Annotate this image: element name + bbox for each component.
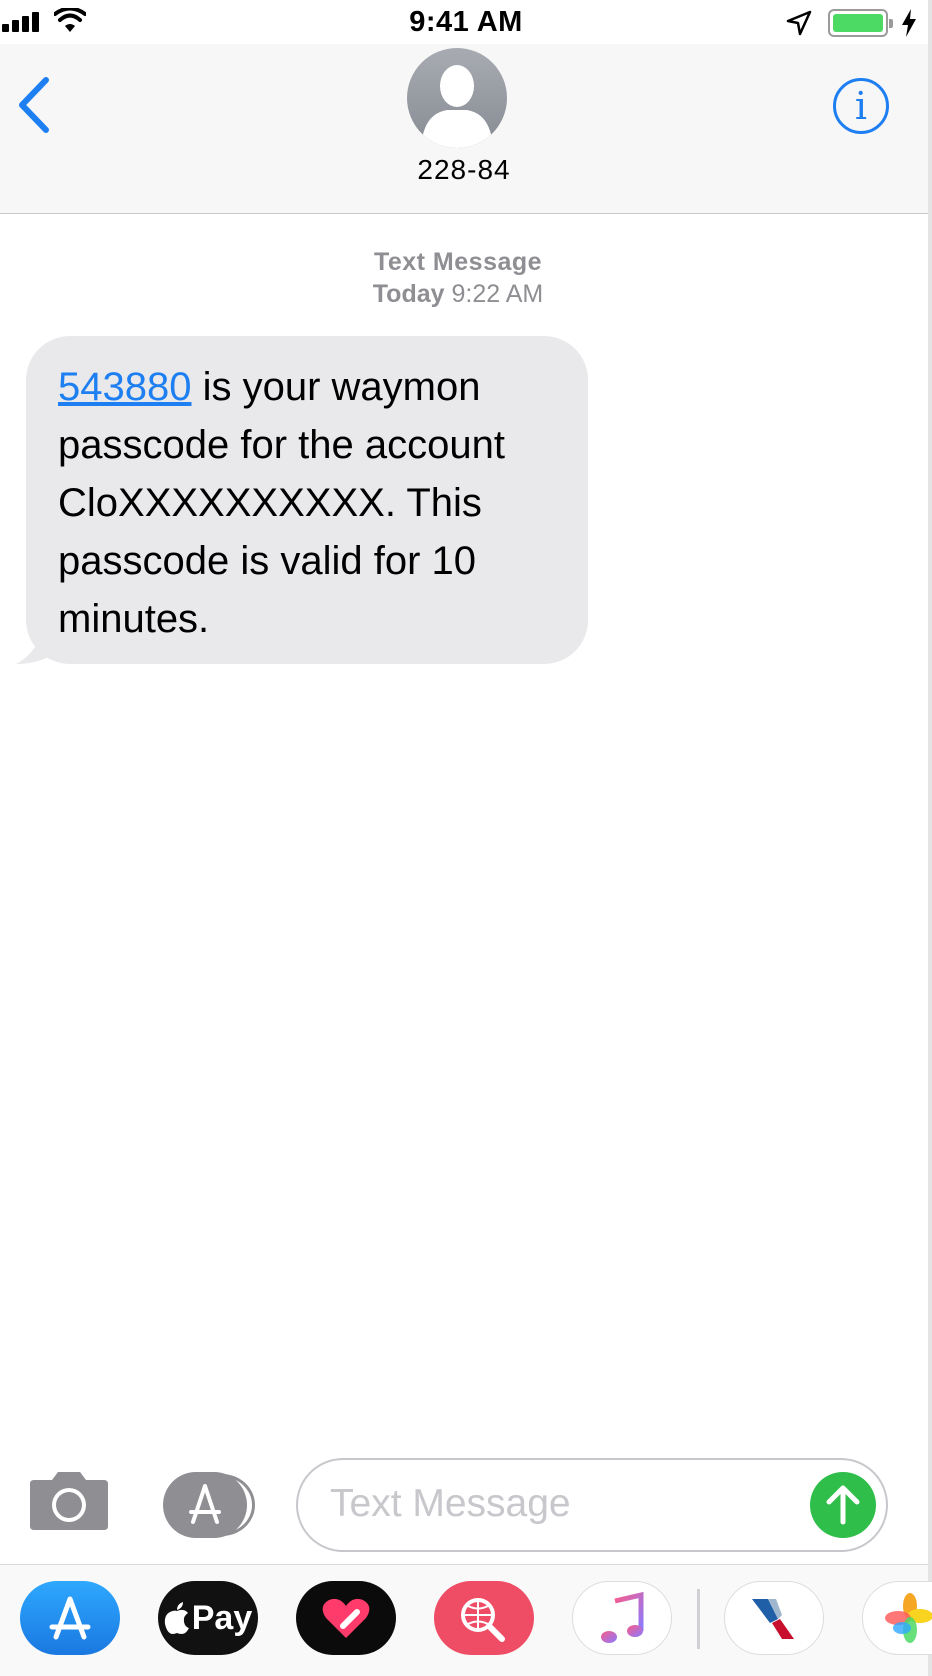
message-service-label: Text Message [373,248,543,276]
contact-name[interactable]: 228-84 [0,154,928,186]
timestamp-time: 9:22 AM [451,280,544,308]
message-input[interactable]: Text Message [296,1458,888,1552]
apple-pay-label: Pay [191,1598,253,1637]
camera-icon[interactable] [28,1468,110,1530]
status-bar: 9:41 AM [0,0,932,44]
info-icon[interactable]: i [833,78,889,134]
app-store-icon[interactable] [163,1472,255,1538]
app-drawer: Pay [0,1564,932,1676]
location-icon [786,10,812,36]
send-arrow-icon[interactable] [810,1472,876,1538]
message-timestamp: Today 9:22 AM [0,280,916,309]
incoming-message-bubble[interactable]: 543880 is your waymon passcode for the a… [26,336,588,664]
american-airlines-icon[interactable] [724,1581,824,1655]
apple-pay-icon[interactable]: Pay [158,1581,258,1655]
contact-avatar-icon[interactable] [407,48,507,148]
digital-touch-heart-icon[interactable] [296,1581,396,1655]
drawer-divider [697,1589,700,1649]
app-store-icon[interactable] [20,1581,120,1655]
bubble-tail [16,620,50,664]
passcode-link[interactable]: 543880 [58,365,191,409]
message-input-placeholder: Text Message [330,1482,571,1525]
charging-icon [902,9,916,37]
timestamp-day: Today [372,280,445,308]
battery-level-fill [833,14,883,32]
back-chevron-icon[interactable] [14,76,54,134]
conversation-header: 228-84 i [0,44,928,214]
battery-icon [828,9,893,37]
photos-pinwheel-icon[interactable] [862,1581,932,1655]
window-edge [928,0,932,1676]
music-note-icon[interactable] [572,1581,672,1655]
globe-search-icon[interactable] [434,1581,534,1655]
